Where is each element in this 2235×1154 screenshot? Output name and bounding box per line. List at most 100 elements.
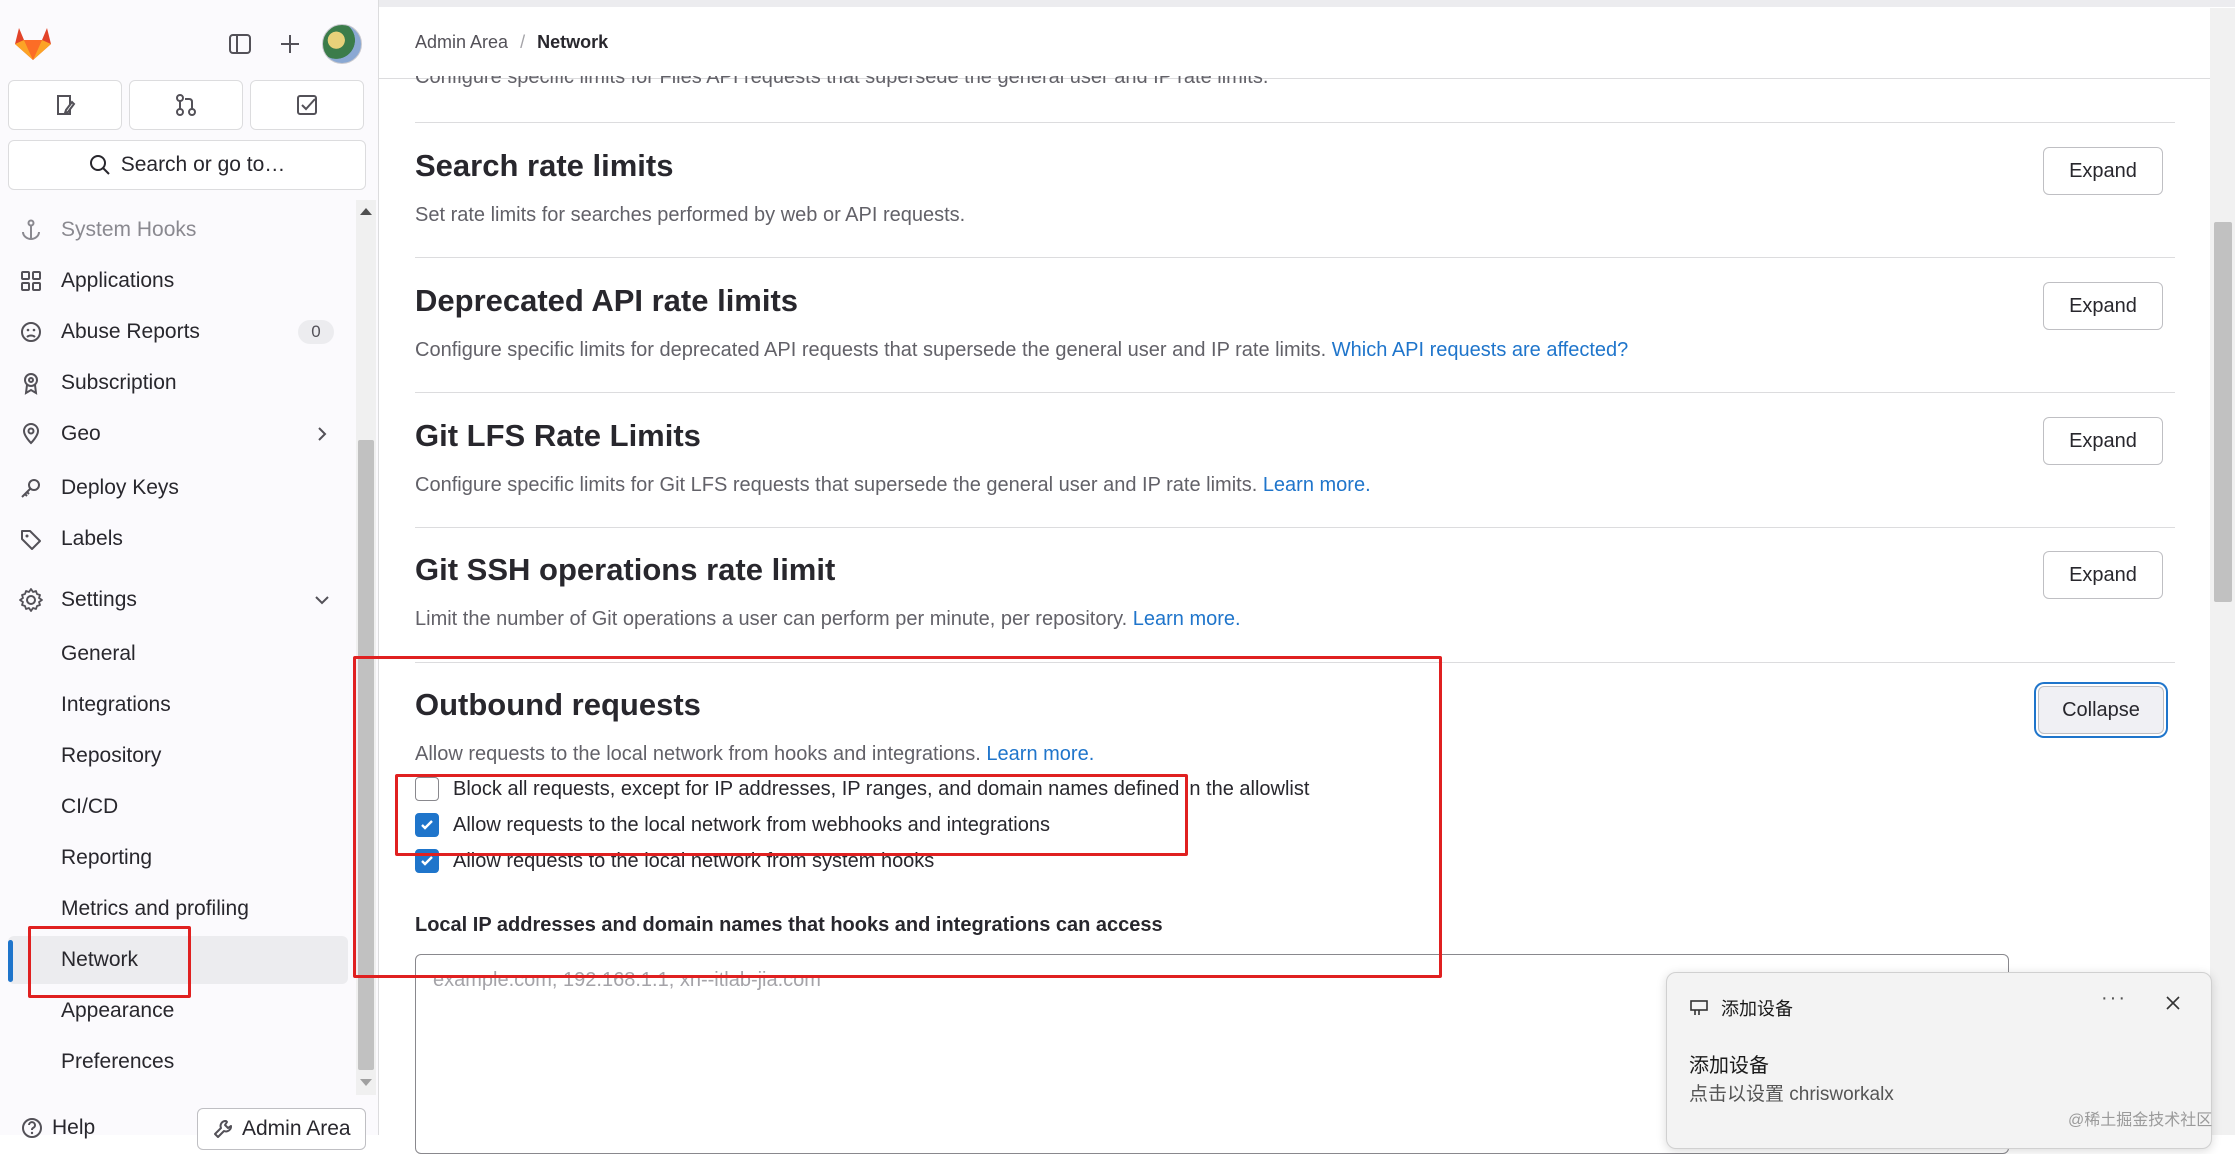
sidebar-item-system-hooks[interactable]: System Hooks [0, 206, 350, 254]
watermark: @稀土掘金技术社区 [2068, 1112, 2213, 1129]
which-api-link[interactable]: Which API requests are affected? [1332, 339, 1628, 361]
sidebar-item-label: CI/CD [61, 795, 119, 818]
expand-search-rate-limits-button[interactable]: Expand [2043, 147, 2163, 195]
section-description: Set rate limits for searches performed b… [415, 204, 966, 226]
sidebar-item-label: Labels [61, 527, 123, 550]
expand-git-ssh-button[interactable]: Expand [2043, 551, 2163, 599]
notification-title: 添加设备 [1689, 1055, 1769, 1077]
sidebar: Search or go to… System Hooks Applicatio… [0, 0, 379, 1150]
gitlab-logo-icon[interactable] [12, 22, 54, 64]
section-description: Limit the number of Git operations a use… [415, 608, 1241, 630]
breadcrumb-separator: / [520, 32, 526, 52]
sidebar-item-label: Appearance [61, 999, 175, 1022]
plus-icon[interactable] [270, 24, 310, 64]
sidebar-item-label: System Hooks [61, 218, 197, 241]
active-indicator [8, 940, 13, 982]
section-title: Search rate limits [415, 148, 674, 183]
scroll-down-arrow-icon[interactable] [359, 1078, 373, 1088]
expand-deprecated-api-button[interactable]: Expand [2043, 282, 2163, 330]
learn-more-link[interactable]: Learn more. [1133, 608, 1241, 630]
help-icon [22, 1118, 42, 1138]
section-divider [415, 122, 2175, 123]
sidebar-item-label: Subscription [61, 371, 177, 394]
page-scrollbar-thumb[interactable] [2214, 222, 2232, 602]
section-divider [415, 527, 2175, 528]
frown-icon [18, 319, 44, 345]
sidebar-item-label: Integrations [61, 693, 171, 716]
location-icon [18, 421, 44, 447]
sidebar-item-deploy-keys[interactable]: Deploy Keys [0, 464, 350, 512]
sidebar-item-ci-cd[interactable]: CI/CD [0, 783, 350, 831]
sidebar-item-label: General [61, 642, 136, 665]
notification-app: 添加设备 [1689, 995, 1793, 1021]
sidebar-item-label: Geo [61, 422, 101, 445]
sidebar-item-label: Deploy Keys [61, 476, 179, 499]
chevron-down-icon [312, 590, 332, 610]
notification-app-name: 添加设备 [1721, 999, 1793, 1019]
sidebar-item-label: Metrics and profiling [61, 897, 249, 920]
section-divider [415, 392, 2175, 393]
sidebar-item-preferences[interactable]: Preferences [0, 1038, 350, 1086]
sidebar-item-label: Applications [61, 269, 175, 292]
scroll-up-arrow-icon[interactable] [359, 206, 373, 216]
help-label: Help [52, 1116, 96, 1139]
label-icon [18, 526, 44, 552]
sidebar-toggle-icon[interactable] [220, 24, 260, 64]
medal-icon [18, 370, 44, 396]
collapse-button[interactable]: Collapse [2038, 686, 2164, 734]
anchor-icon [18, 217, 44, 243]
sidebar-item-label: Abuse Reports [61, 320, 200, 343]
gear-icon [18, 587, 44, 613]
section-description: Configure specific limits for deprecated… [415, 339, 1629, 361]
chevron-right-icon [312, 424, 332, 444]
highlight-box-webhooks [395, 774, 1188, 856]
help-button[interactable]: Help [8, 1108, 107, 1148]
search-label: Search or go to… [120, 153, 286, 176]
sidebar-item-label: Settings [61, 588, 137, 611]
sidebar-item-label: Preferences [61, 1050, 175, 1073]
user-avatar[interactable] [322, 24, 362, 64]
expand-git-lfs-button[interactable]: Expand [2043, 417, 2163, 465]
sidebar-item-label: Repository [61, 744, 162, 767]
sidebar-item-general[interactable]: General [0, 630, 350, 678]
sidebar-item-label: Reporting [61, 846, 153, 869]
device-icon [1690, 1000, 1708, 1015]
sidebar-item-applications[interactable]: Applications [0, 257, 350, 305]
grid-icon [18, 268, 44, 294]
search-button[interactable]: Search or go to… [8, 140, 366, 190]
notification-body: 点击以设置 chrisworkalx [1689, 1084, 1894, 1105]
sidebar-item-abuse-reports[interactable]: Abuse Reports 0 [0, 308, 350, 356]
main-content: Admin Area / Network Configure specific … [353, 0, 2210, 1154]
previous-section-description: Configure specific limits for Files API … [415, 76, 1269, 88]
section-title: Git SSH operations rate limit [415, 552, 836, 587]
breadcrumb-admin-area[interactable]: Admin Area [415, 32, 508, 53]
sidebar-item-settings[interactable]: Settings [0, 576, 350, 624]
todo-button[interactable] [250, 80, 364, 130]
key-icon [18, 475, 44, 501]
sidebar-item-integrations[interactable]: Integrations [0, 681, 350, 729]
sidebar-item-geo[interactable]: Geo [0, 410, 350, 458]
close-icon[interactable] [2163, 993, 2183, 1013]
breadcrumb-current: Network [537, 32, 609, 52]
count-badge: 0 [298, 320, 334, 344]
section-title: Deprecated API rate limits [415, 283, 799, 318]
sidebar-item-subscription[interactable]: Subscription [0, 359, 350, 407]
breadcrumb: Admin Area / Network [415, 32, 608, 53]
more-options-icon[interactable]: ··· [2101, 987, 2127, 1010]
admin-area-label: Admin Area [242, 1117, 351, 1140]
todo-icon [297, 95, 317, 115]
search-icon [89, 155, 110, 175]
section-divider [415, 257, 2175, 258]
section-description: Configure specific limits for Git LFS re… [415, 474, 1371, 496]
section-title: Git LFS Rate Limits [415, 418, 701, 453]
sidebar-item-repository[interactable]: Repository [0, 732, 350, 780]
issues-icon [57, 95, 76, 115]
issues-button[interactable] [8, 80, 122, 130]
merge-requests-button[interactable] [129, 80, 243, 130]
admin-area-button[interactable]: Admin Area [197, 1108, 366, 1150]
sidebar-item-reporting[interactable]: Reporting [0, 834, 350, 882]
highlight-box-network [28, 926, 191, 998]
wrench-icon [214, 1120, 232, 1138]
learn-more-link[interactable]: Learn more. [1263, 474, 1371, 496]
sidebar-item-labels[interactable]: Labels [0, 515, 350, 563]
